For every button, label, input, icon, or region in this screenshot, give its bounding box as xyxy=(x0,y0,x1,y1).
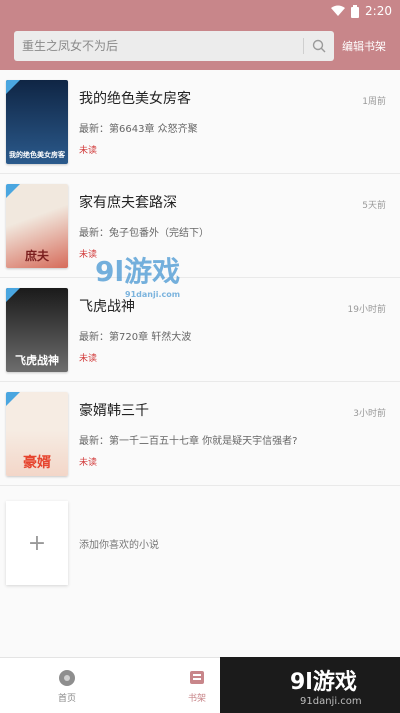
book-info: 我的绝色美女房客 最新：第6643章 众怒齐聚 未读 1周前 xyxy=(79,80,386,173)
watermark-text: 9l游戏 xyxy=(95,255,181,288)
search-divider xyxy=(303,38,304,54)
wifi-icon xyxy=(331,5,346,16)
book-title: 家有庶夫套路深 xyxy=(79,195,177,211)
update-tag-icon xyxy=(6,288,20,302)
cover-caption: 庶夫 xyxy=(24,249,49,263)
update-tag-icon xyxy=(6,80,20,94)
status-bar: 2:20 xyxy=(0,0,400,22)
update-time: 5天前 xyxy=(362,201,386,211)
cover-caption: 我的绝色美女房客 xyxy=(9,151,65,159)
latest-prefix: 最新： xyxy=(79,436,109,447)
bookshelf-icon xyxy=(187,668,207,688)
latest-chapter-text: 第一千二百五十七章 你就是疑天宇信强者? xyxy=(109,436,298,447)
latest-chapter: 最新：第6643章 众怒齐聚 xyxy=(79,120,386,135)
book-info: 豪婿韩三千 最新：第一千二百五十七章 你就是疑天宇信强者? 未读 3小时前 xyxy=(79,392,386,485)
book-title: 我的绝色美女房客 xyxy=(79,91,191,107)
bookshelf-list: 我的绝色美女房客 我的绝色美女房客 最新：第6643章 众怒齐聚 未读 1周前 … xyxy=(0,70,400,590)
latest-chapter: 最新：第一千二百五十七章 你就是疑天宇信强者? xyxy=(79,432,386,447)
latest-chapter-text: 第720章 轩然大波 xyxy=(109,332,192,343)
home-icon xyxy=(57,668,77,688)
search-icon[interactable] xyxy=(312,39,326,53)
edit-bookshelf-button[interactable]: 编辑书架 xyxy=(342,38,386,54)
latest-prefix: 最新： xyxy=(79,228,109,239)
update-time: 19小时前 xyxy=(347,305,386,315)
add-book-button[interactable]: + xyxy=(6,501,68,585)
add-book-row[interactable]: + 添加你喜欢的小说 xyxy=(0,486,400,590)
tab-label: 首页 xyxy=(57,693,76,704)
book-item[interactable]: 飞虎战神 飞虎战神 最新：第720章 轩然大波 未读 19小时前 xyxy=(0,278,400,382)
update-time: 1周前 xyxy=(362,97,386,107)
book-title: 飞虎战神 xyxy=(79,299,135,315)
status-time: 2:20 xyxy=(365,4,392,18)
read-status: 未读 xyxy=(79,146,98,156)
read-status: 未读 xyxy=(79,354,98,364)
book-cover[interactable]: 我的绝色美女房客 xyxy=(6,80,68,164)
cover-caption: 飞虎战神 xyxy=(15,354,59,367)
latest-chapter-text: 兔子包番外（完结下） xyxy=(109,228,209,239)
book-cover[interactable]: 飞虎战神 xyxy=(6,288,68,372)
update-tag-icon xyxy=(6,392,20,406)
watermark-url: 91danji.com xyxy=(125,290,181,299)
search-box[interactable] xyxy=(14,31,334,61)
app-header: 编辑书架 xyxy=(0,22,400,70)
latest-chapter: 最新：兔子包番外（完结下） xyxy=(79,224,386,239)
read-status: 未读 xyxy=(79,458,98,468)
watermark-banner: 9l游戏 91danji.com xyxy=(220,657,400,713)
watermark-logo: 9l游戏 91danji.com xyxy=(95,250,180,299)
update-time: 3小时前 xyxy=(353,409,386,419)
book-cover[interactable]: 庶夫 xyxy=(6,184,68,268)
book-item[interactable]: 豪婿 豪婿韩三千 最新：第一千二百五十七章 你就是疑天宇信强者? 未读 3小时前 xyxy=(0,382,400,486)
latest-prefix: 最新： xyxy=(79,332,109,343)
search-input[interactable] xyxy=(22,39,295,53)
add-book-label: 添加你喜欢的小说 xyxy=(79,539,159,551)
cover-caption: 豪婿 xyxy=(23,455,51,471)
book-title: 豪婿韩三千 xyxy=(79,403,149,419)
latest-chapter: 最新：第720章 轩然大波 xyxy=(79,328,386,343)
latest-prefix: 最新： xyxy=(79,124,109,135)
tab-label: 书架 xyxy=(187,693,206,704)
battery-icon xyxy=(351,4,360,18)
book-item[interactable]: 我的绝色美女房客 我的绝色美女房客 最新：第6643章 众怒齐聚 未读 1周前 xyxy=(0,70,400,174)
update-tag-icon xyxy=(6,184,20,198)
book-info: 飞虎战神 最新：第720章 轩然大波 未读 19小时前 xyxy=(79,288,386,381)
watermark-banner-url: 91danji.com xyxy=(300,695,362,707)
tab-home[interactable]: 首页 xyxy=(2,658,132,713)
latest-chapter-text: 第6643章 众怒齐聚 xyxy=(109,124,198,135)
book-cover[interactable]: 豪婿 xyxy=(6,392,68,476)
watermark-banner-text: 9l游戏 xyxy=(290,669,357,695)
book-item[interactable]: 庶夫 家有庶夫套路深 最新：兔子包番外（完结下） 未读 5天前 xyxy=(0,174,400,278)
